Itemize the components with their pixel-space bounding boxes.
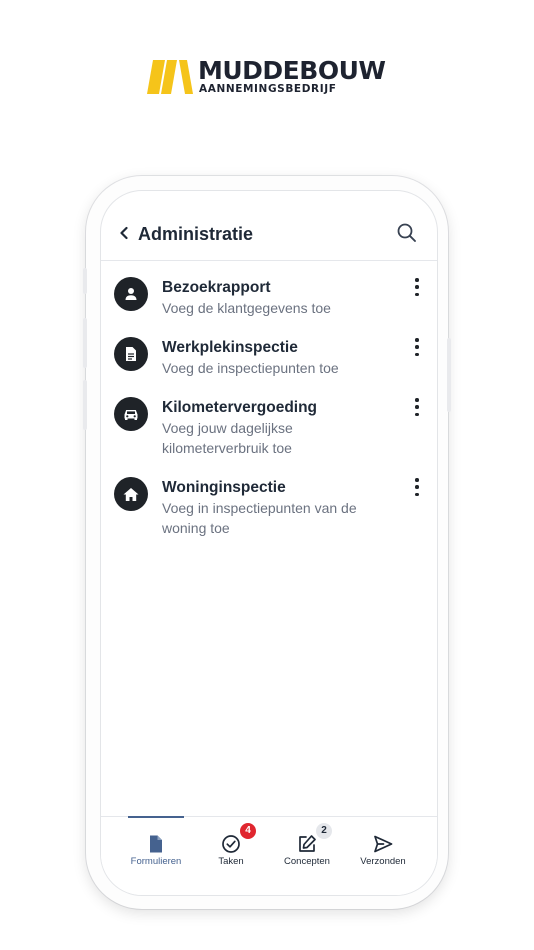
car-icon: [124, 410, 138, 420]
form-icon-circle: [114, 337, 148, 371]
search-button[interactable]: [396, 222, 418, 244]
phone-side-button: [83, 380, 87, 430]
form-icon-circle: [114, 277, 148, 311]
form-title: Werkplekinspectie: [162, 339, 298, 356]
phone-side-button: [447, 338, 451, 412]
brand-logo: MUDDEBOUW AANNEMINGSBEDRIJF: [147, 56, 397, 98]
send-icon: [374, 835, 393, 853]
list-item[interactable]: Bezoekrapport Voeg de klantgegevens toe: [101, 275, 437, 331]
file-icon: [150, 835, 162, 853]
search-icon: [397, 223, 416, 242]
brand-subtitle: AANNEMINGSBEDRIJF: [199, 83, 337, 95]
phone-side-button: [83, 268, 87, 294]
document-icon: [126, 347, 136, 361]
form-icon-circle: [114, 477, 148, 511]
more-options-button[interactable]: [409, 336, 425, 358]
tab-formulieren[interactable]: Formulieren: [118, 817, 194, 895]
tab-label: Verzonden: [360, 856, 406, 867]
phone-side-button: [83, 318, 87, 368]
edit-icon: [299, 835, 316, 852]
form-subtitle: Voeg de klantgegevens toe: [162, 300, 331, 316]
brand-name: MUDDEBOUW: [198, 56, 386, 85]
app-screen: Administratie Bezoekrapport Voeg de klan…: [100, 190, 438, 896]
list-item[interactable]: Werkplekinspectie Voeg de inspectiepunte…: [101, 335, 437, 391]
more-options-button[interactable]: [409, 396, 425, 418]
form-icon-circle: [114, 397, 148, 431]
list-item[interactable]: Woninginspectie Voeg in inspectiepunten …: [101, 475, 437, 551]
form-subtitle: Voeg in inspectiepunten van de woning to…: [162, 500, 357, 536]
drafts-count-badge: 2: [316, 823, 332, 839]
check-circle-icon: [222, 835, 240, 853]
bottom-navigation: Formulieren 4 Taken 2 Concepten Verzonde…: [101, 816, 437, 895]
more-options-button[interactable]: [409, 476, 425, 498]
form-title: Bezoekrapport: [162, 279, 271, 296]
chevron-left-icon: [120, 226, 128, 240]
tab-label: Concepten: [284, 856, 330, 867]
person-icon: [125, 288, 137, 300]
tab-concepten[interactable]: 2 Concepten: [269, 817, 345, 895]
back-button[interactable]: [117, 223, 131, 243]
form-title: Woninginspectie: [162, 479, 286, 496]
house-icon: [123, 487, 139, 501]
list-item[interactable]: Kilometervergoeding Voeg jouw dagelijkse…: [101, 395, 437, 471]
tab-taken[interactable]: 4 Taken: [193, 817, 269, 895]
form-subtitle: Voeg jouw dagelijkse kilometerverbruik t…: [162, 420, 293, 456]
app-bar: Administratie: [101, 191, 437, 261]
tab-verzonden[interactable]: Verzonden: [345, 817, 421, 895]
page-title: Administratie: [138, 224, 254, 244]
form-title: Kilometervergoeding: [162, 399, 318, 416]
tab-label: Formulieren: [130, 856, 182, 867]
form-subtitle: Voeg de inspectiepunten toe: [162, 360, 339, 376]
tab-label: Taken: [218, 856, 244, 867]
muddebouw-logo-icon: [147, 60, 193, 94]
more-options-button[interactable]: [409, 276, 425, 298]
tasks-count-badge: 4: [240, 823, 256, 839]
